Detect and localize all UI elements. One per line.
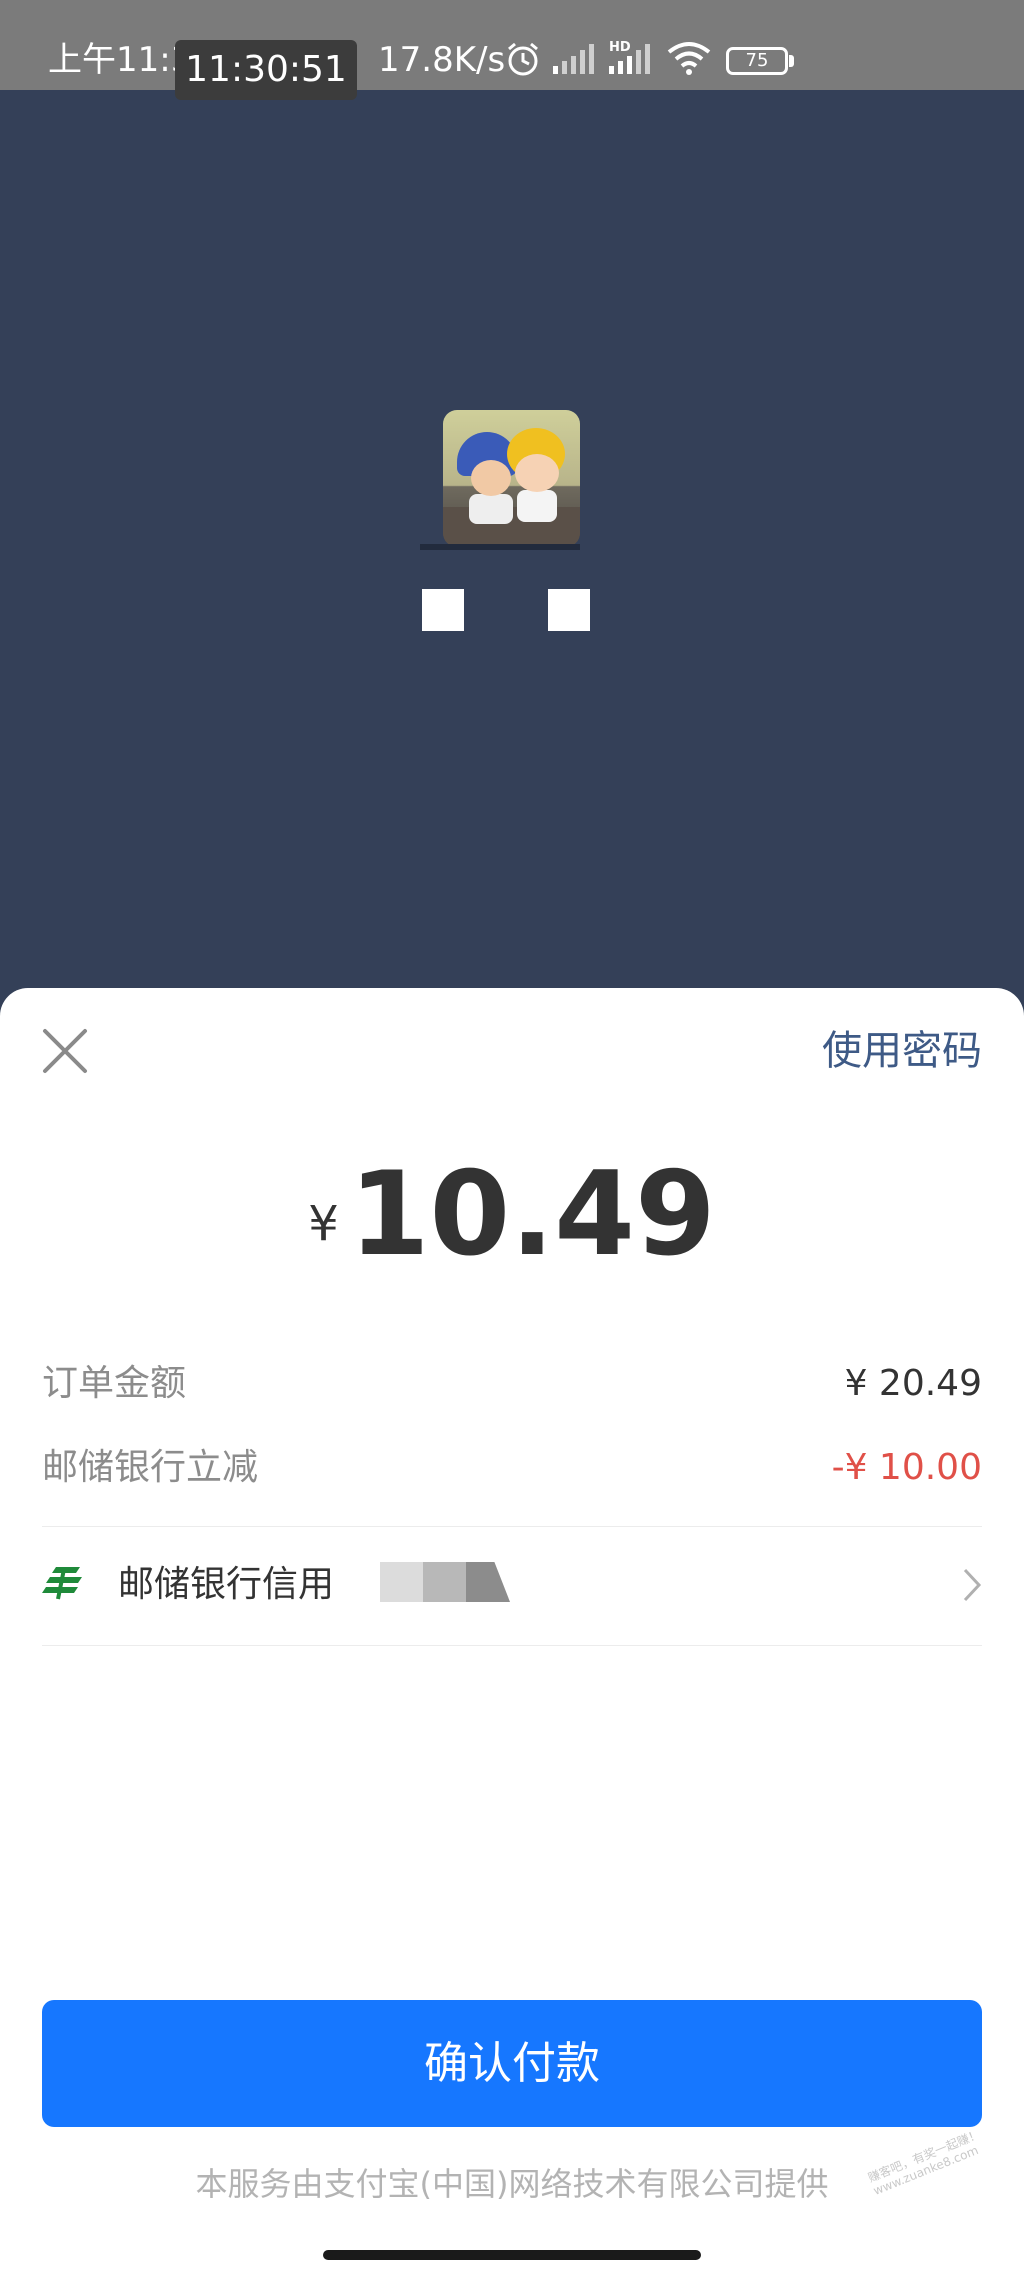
- use-password-link[interactable]: 使用密码: [822, 1020, 982, 1082]
- floating-clock: 11:30:51: [175, 40, 357, 100]
- chevron-right-icon: [963, 1568, 982, 1602]
- bank-discount-label: 邮储银行立减: [42, 1447, 259, 1488]
- avatar-figure: [515, 454, 559, 492]
- bank-discount-row: 邮储银行立减 -¥ 10.00: [42, 1438, 982, 1498]
- merchant-avatar: [443, 410, 580, 547]
- amount-value: 10.49: [348, 1147, 716, 1282]
- avatar-shadow: [420, 544, 580, 550]
- masked-merchant-name: [422, 589, 464, 631]
- divider: [42, 1645, 982, 1646]
- battery-icon: 75: [726, 47, 788, 75]
- battery-tip: [789, 55, 794, 67]
- signal-hd-icon: [609, 44, 650, 74]
- network-speed: 17.8K/s: [378, 40, 506, 80]
- avatar-figure: [517, 490, 557, 522]
- currency-symbol: ¥: [308, 1196, 339, 1252]
- bank-name: 邮储银行信用: [118, 1564, 335, 1605]
- confirm-payment-button[interactable]: 确认付款: [42, 2000, 982, 2127]
- status-bar: 上午11:30 11:30:51 17.8K/s HD 75: [0, 0, 1024, 100]
- order-amount-value: ¥ 20.49: [844, 1363, 982, 1404]
- order-amount-row: 订单金额 ¥ 20.49: [42, 1354, 982, 1414]
- avatar-figure: [469, 494, 513, 524]
- wifi-icon: [667, 42, 711, 75]
- payment-method-selector[interactable]: 邮储银行信用: [42, 1527, 982, 1644]
- order-amount-label: 订单金额: [42, 1363, 187, 1404]
- avatar-figure: [471, 460, 511, 496]
- close-icon[interactable]: [42, 1028, 88, 1074]
- signal-icon: [553, 44, 594, 74]
- masked-card-number: [380, 1562, 510, 1602]
- payment-amount: ¥10.49: [0, 1150, 1024, 1280]
- postal-bank-icon: [42, 1567, 82, 1600]
- home-indicator[interactable]: [323, 2250, 701, 2260]
- alarm-icon: [508, 42, 538, 76]
- masked-merchant-name: [548, 589, 590, 631]
- bank-discount-value: -¥ 10.00: [831, 1447, 982, 1488]
